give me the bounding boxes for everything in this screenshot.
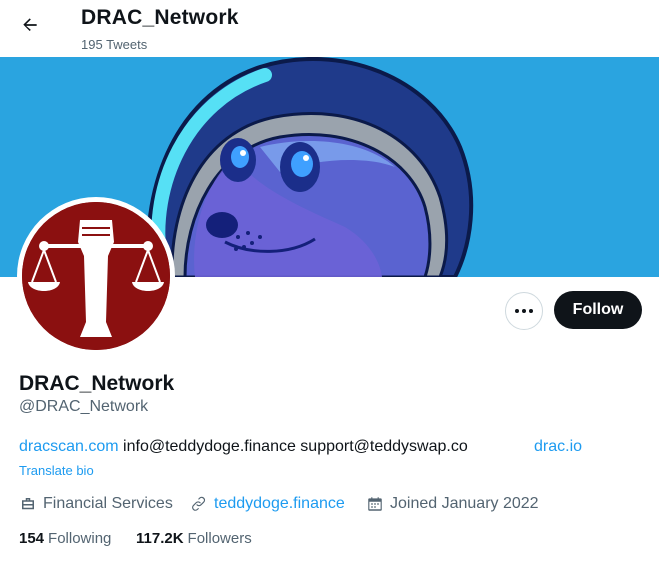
link-icon	[190, 495, 208, 513]
translate-bio-link[interactable]: Translate bio	[19, 463, 94, 478]
more-dots-icon	[515, 309, 533, 313]
more-options-button[interactable]	[505, 292, 543, 330]
bio-text: info@teddydoge.finance support@teddyswap…	[123, 438, 468, 455]
follow-button[interactable]: Follow	[554, 291, 642, 329]
following-label: Following	[48, 530, 112, 547]
back-button[interactable]	[12, 9, 48, 45]
profile-category: Financial Services	[19, 494, 173, 514]
page-title: DRAC_Network	[81, 6, 239, 29]
following-count: 154	[19, 530, 45, 547]
following-link[interactable]: 154 Following	[19, 530, 111, 547]
tweet-count: 195 Tweets	[81, 37, 148, 52]
profile-name: DRAC_Network	[19, 372, 175, 395]
scales-fist-icon	[22, 202, 170, 350]
profile-joined: Joined January 2022	[366, 494, 539, 514]
calendar-icon	[366, 495, 384, 513]
profile-website: teddydoge.finance	[190, 494, 345, 514]
arrow-left-icon	[20, 15, 40, 40]
category-label: Financial Services	[43, 495, 173, 512]
briefcase-icon	[19, 495, 37, 513]
website-link[interactable]: teddydoge.finance	[214, 495, 345, 513]
profile-avatar[interactable]	[17, 197, 175, 355]
followers-count: 117.2K	[136, 530, 184, 547]
bio-link-dracscan[interactable]: dracscan.com	[19, 438, 119, 455]
profile-handle: @DRAC_Network	[19, 398, 149, 415]
profile-bio: dracscan.com info@teddydoge.finance supp…	[19, 438, 468, 456]
followers-link[interactable]: 117.2K Followers	[136, 530, 252, 547]
joined-label: Joined January 2022	[390, 495, 539, 512]
bio-link-drac[interactable]: drac.io	[534, 438, 582, 456]
top-bar: DRAC_Network 195 Tweets	[0, 0, 659, 57]
followers-label: Followers	[187, 530, 252, 547]
